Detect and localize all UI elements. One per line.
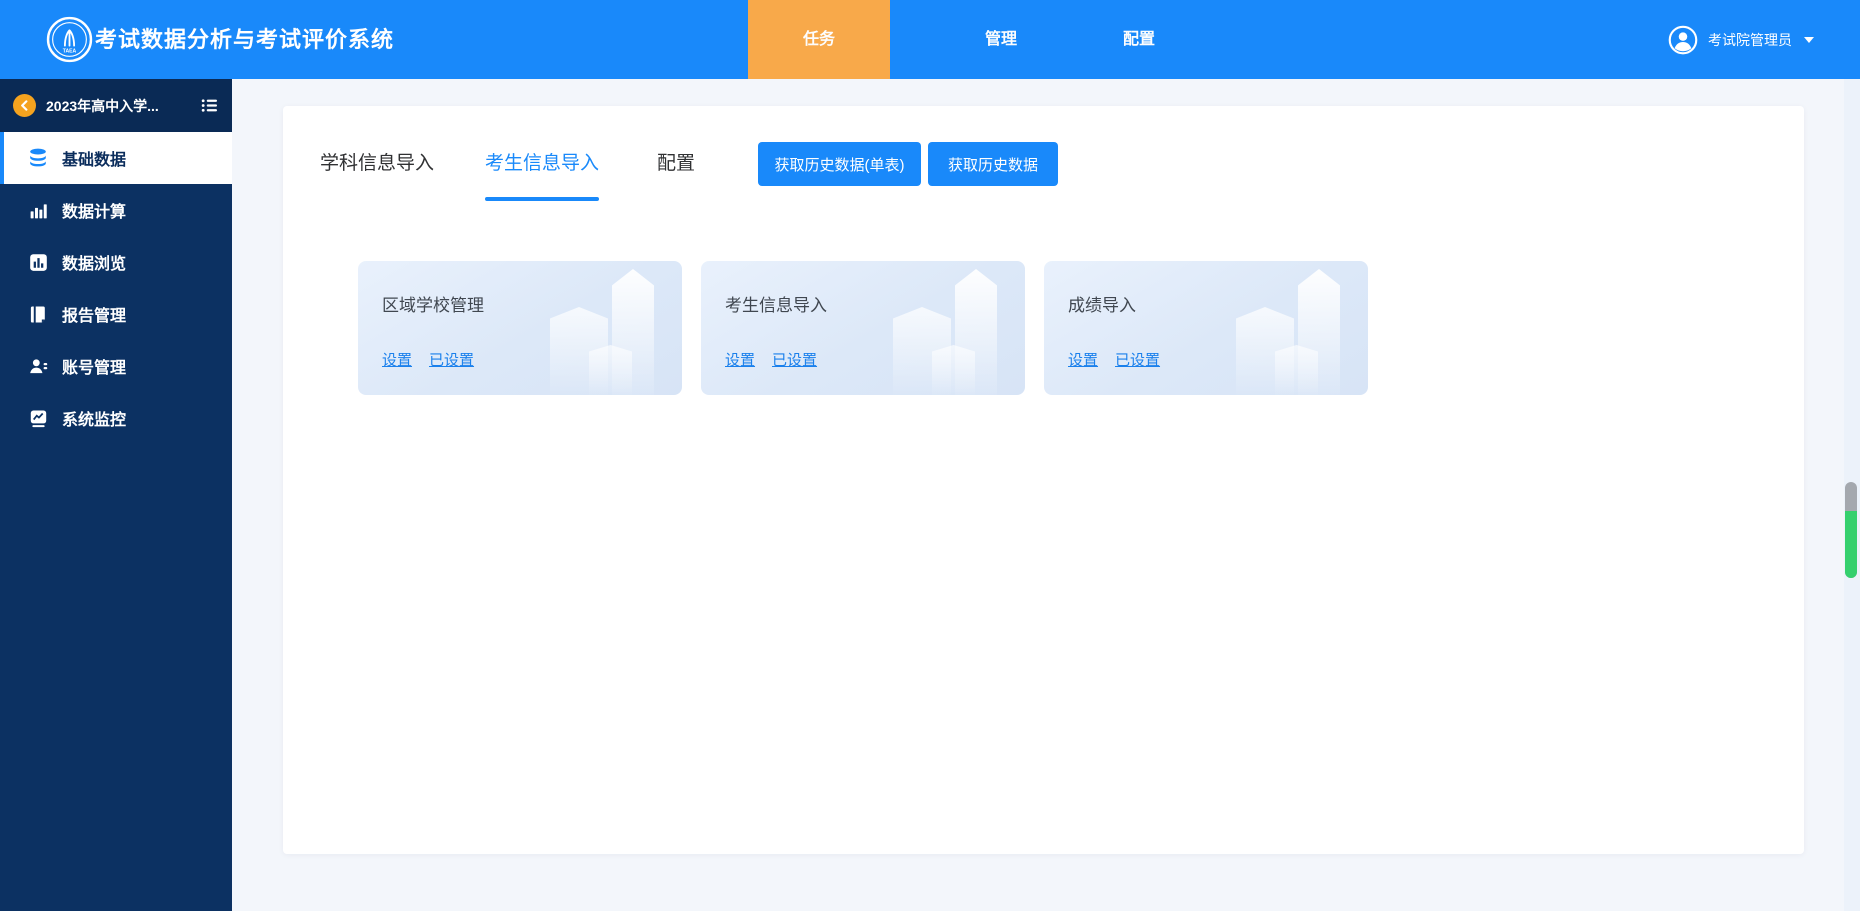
tab-student-info-import[interactable]: 考生信息导入 bbox=[485, 152, 600, 201]
sidebar-item-label: 基础数据 bbox=[62, 152, 127, 169]
report-icon bbox=[27, 303, 49, 325]
monitor-icon bbox=[27, 407, 49, 429]
settings-link[interactable]: 设置 bbox=[725, 349, 755, 370]
sidebar: 2023年高中入学... 基础数据 数据计算 数据浏览 报告管理 账号管理 系统… bbox=[0, 79, 232, 911]
chevron-left-icon bbox=[19, 100, 30, 111]
task-card-title: 考生信息导入 bbox=[725, 296, 827, 315]
sidebar-item-data-browse[interactable]: 数据浏览 bbox=[0, 236, 232, 288]
user-name: 考试院管理员 bbox=[1708, 31, 1792, 48]
tab-config[interactable]: 配置 bbox=[657, 152, 695, 175]
svg-text:TAEA: TAEA bbox=[63, 48, 77, 54]
building-illustration bbox=[589, 345, 632, 395]
sidebar-item-basic-data[interactable]: 基础数据 bbox=[0, 132, 232, 184]
tab-bar: 学科信息导入 考生信息导入 配置 获取历史数据(单表) 获取历史数据 bbox=[283, 106, 1804, 206]
sidebar-item-label: 数据计算 bbox=[62, 204, 127, 221]
task-card-score-import: 成绩导入 设置 已设置 bbox=[1044, 261, 1368, 395]
header-tab-config[interactable]: 配置 bbox=[1068, 0, 1210, 79]
content-card: 学科信息导入 考生信息导入 配置 获取历史数据(单表) 获取历史数据 区域学校管… bbox=[283, 106, 1804, 854]
user-menu[interactable]: 考试院管理员 bbox=[1668, 0, 1814, 79]
account-icon bbox=[27, 355, 49, 377]
chevron-down-icon bbox=[1804, 36, 1814, 43]
task-card-student-import: 考生信息导入 设置 已设置 bbox=[701, 261, 1025, 395]
sidebar-menu: 基础数据 数据计算 数据浏览 报告管理 账号管理 系统监控 bbox=[0, 132, 232, 444]
header-tab-management[interactable]: 管理 bbox=[930, 0, 1072, 79]
task-card-links: 设置 已设置 bbox=[382, 349, 474, 370]
settings-link[interactable]: 设置 bbox=[382, 349, 412, 370]
building-illustration bbox=[932, 345, 975, 395]
building-illustration bbox=[1275, 345, 1318, 395]
app-header: TAEA 考试数据分析与考试评价系统 任务 管理 配置 考试院管理员 bbox=[0, 0, 1860, 79]
user-avatar-icon bbox=[1668, 25, 1698, 55]
column-chart-icon bbox=[27, 199, 49, 221]
configured-link[interactable]: 已设置 bbox=[429, 349, 474, 370]
task-card-links: 设置 已设置 bbox=[1068, 349, 1160, 370]
database-icon bbox=[27, 147, 49, 169]
chart-panel-icon bbox=[27, 251, 49, 273]
header-tab-tasks[interactable]: 任务 bbox=[748, 0, 890, 79]
project-title: 2023年高中入学... bbox=[46, 97, 159, 114]
fetch-history-single-table-button[interactable]: 获取历史数据(单表) bbox=[758, 142, 921, 186]
screen: TAEA 考试数据分析与考试评价系统 任务 管理 配置 考试院管理员 2023年… bbox=[0, 0, 1860, 911]
sidebar-item-label: 数据浏览 bbox=[62, 256, 127, 273]
tab-subject-info-import[interactable]: 学科信息导入 bbox=[320, 152, 434, 175]
scrollbar-thumb[interactable] bbox=[1845, 482, 1857, 578]
sidebar-item-label: 系统监控 bbox=[62, 412, 127, 429]
configured-link[interactable]: 已设置 bbox=[1115, 349, 1160, 370]
sidebar-item-system-monitor[interactable]: 系统监控 bbox=[0, 392, 232, 444]
sidebar-item-report-mgmt[interactable]: 报告管理 bbox=[0, 288, 232, 340]
sidebar-item-label: 账号管理 bbox=[62, 360, 127, 377]
task-card-row: 区域学校管理 设置 已设置 考生信息导入 设置 已设置 成绩导入 设置 已设置 bbox=[358, 261, 1368, 395]
task-card-title: 区域学校管理 bbox=[382, 296, 484, 315]
app-title: 考试数据分析与考试评价系统 bbox=[95, 27, 395, 52]
task-card-region-school: 区域学校管理 设置 已设置 bbox=[358, 261, 682, 395]
configured-link[interactable]: 已设置 bbox=[772, 349, 817, 370]
scroll-progress-indicator bbox=[1845, 511, 1857, 578]
fetch-history-button[interactable]: 获取历史数据 bbox=[928, 142, 1058, 186]
sidebar-item-account-mgmt[interactable]: 账号管理 bbox=[0, 340, 232, 392]
project-selector: 2023年高中入学... bbox=[0, 79, 232, 132]
settings-link[interactable]: 设置 bbox=[1068, 349, 1098, 370]
sidebar-item-label: 报告管理 bbox=[62, 308, 127, 325]
app-logo-icon: TAEA bbox=[46, 16, 93, 63]
back-button[interactable] bbox=[13, 94, 36, 117]
task-card-links: 设置 已设置 bbox=[725, 349, 817, 370]
list-icon[interactable] bbox=[200, 96, 219, 115]
task-card-title: 成绩导入 bbox=[1068, 296, 1136, 315]
sidebar-item-data-calc[interactable]: 数据计算 bbox=[0, 184, 232, 236]
